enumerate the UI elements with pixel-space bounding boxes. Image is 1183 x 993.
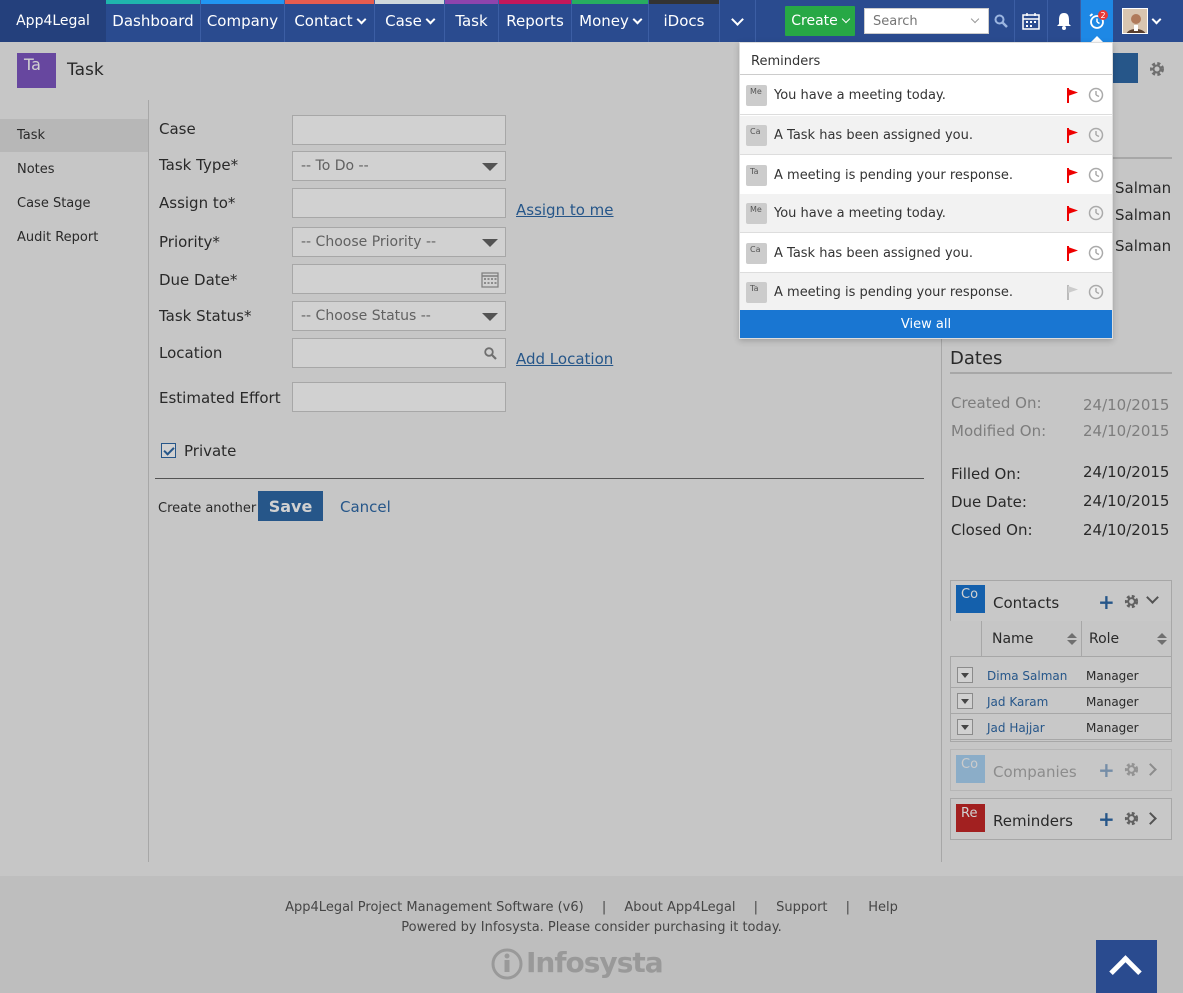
red-flag-icon[interactable] — [1067, 246, 1079, 261]
grey-flag-icon[interactable] — [1067, 285, 1079, 300]
snooze-clock-icon[interactable] — [1088, 205, 1104, 221]
search-icon — [994, 14, 1008, 28]
reminder-item[interactable]: Ta A meeting is pending your response. — [740, 273, 1112, 312]
snooze-clock-icon[interactable] — [1088, 245, 1104, 261]
nav-idocs[interactable]: iDocs — [649, 0, 720, 42]
reminder-text[interactable]: A Task has been assigned you. — [774, 246, 973, 261]
nav-color-bar — [572, 0, 648, 4]
reminder-item[interactable]: Me You have a meeting today. — [740, 194, 1112, 233]
reminder-avatar: Me — [746, 203, 767, 224]
chevron-down-icon — [425, 14, 436, 24]
reminder-avatar: Ca — [746, 125, 767, 146]
reminder-avatar: Ca — [746, 243, 767, 264]
nav-idocs-label: iDocs — [663, 12, 705, 30]
nav-task[interactable]: Task — [445, 0, 499, 42]
create-button[interactable]: Create — [785, 6, 855, 36]
nav-company[interactable]: Company — [201, 0, 285, 42]
reminder-item[interactable]: Ca A Task has been assigned you. — [740, 116, 1112, 155]
calendar-icon — [1022, 13, 1040, 30]
red-flag-icon[interactable] — [1067, 128, 1079, 143]
user-photo-icon — [1123, 9, 1147, 33]
search-button[interactable] — [989, 0, 1013, 42]
nav-case[interactable]: Case — [375, 0, 445, 42]
nav-color-bar — [106, 0, 200, 4]
nav-reports[interactable]: Reports — [499, 0, 572, 42]
red-flag-icon[interactable] — [1067, 168, 1079, 183]
calendar-button[interactable] — [1014, 0, 1047, 42]
reminder-text[interactable]: A meeting is pending your response. — [774, 168, 1013, 183]
reminder-item[interactable]: Ca A Task has been assigned you. — [740, 234, 1112, 273]
nav-color-bar — [201, 0, 284, 4]
nav-color-bar — [649, 0, 719, 4]
nav-color-bar — [445, 0, 498, 4]
view-all-reminders-button[interactable]: View all — [740, 310, 1112, 338]
snooze-clock-icon[interactable] — [1088, 87, 1104, 103]
brand-logo[interactable]: App4Legal — [0, 0, 106, 42]
nav-color-bar — [375, 0, 444, 4]
create-label: Create — [791, 13, 838, 29]
reminder-item[interactable]: Ta A meeting is pending your response. — [740, 156, 1112, 195]
reminder-avatar: Me — [746, 85, 767, 106]
nav-reports-label: Reports — [506, 12, 564, 30]
reminder-text[interactable]: A meeting is pending your response. — [774, 285, 1013, 300]
chevron-down-icon — [841, 14, 851, 24]
reminders-dropdown-title: Reminders — [740, 43, 1112, 75]
nav-task-label: Task — [455, 12, 488, 30]
red-flag-icon[interactable] — [1067, 88, 1079, 103]
nav-money-label: Money — [579, 12, 629, 30]
nav-more-button[interactable] — [720, 0, 756, 42]
reminder-avatar: Ta — [746, 282, 767, 303]
reminder-item[interactable]: Me You have a meeting today. — [740, 76, 1112, 115]
snooze-clock-icon[interactable] — [1088, 284, 1104, 300]
chevron-down-icon — [632, 14, 643, 24]
reminder-text[interactable]: You have a meeting today. — [774, 88, 946, 103]
reminders-dropdown: Reminders Me You have a meeting today. C… — [739, 42, 1113, 339]
snooze-clock-icon[interactable] — [1088, 127, 1104, 143]
nav-color-bar — [285, 0, 374, 4]
reminder-avatar: Ta — [746, 165, 767, 186]
nav-contact-label: Contact — [294, 12, 353, 30]
nav-dashboard-label: Dashboard — [112, 12, 194, 30]
nav-contact[interactable]: Contact — [285, 0, 375, 42]
reminder-text[interactable]: A Task has been assigned you. — [774, 128, 973, 143]
user-avatar[interactable] — [1122, 8, 1148, 34]
nav-color-bar — [499, 0, 571, 4]
nav-money[interactable]: Money — [572, 0, 649, 42]
notifications-button[interactable] — [1047, 0, 1080, 42]
chevron-down-icon — [356, 14, 367, 24]
nav-case-label: Case — [385, 12, 422, 30]
bell-icon — [1057, 13, 1071, 30]
reminder-count-badge: 2 — [1098, 10, 1108, 20]
nav-company-label: Company — [206, 12, 279, 30]
nav-dashboard[interactable]: Dashboard — [106, 0, 201, 42]
reminder-text[interactable]: You have a meeting today. — [774, 206, 946, 221]
search-input[interactable] — [864, 8, 989, 34]
scroll-to-top-button[interactable] — [1096, 940, 1157, 993]
red-flag-icon[interactable] — [1067, 206, 1079, 221]
chevron-down-icon — [731, 12, 744, 26]
snooze-clock-icon[interactable] — [1088, 167, 1104, 183]
